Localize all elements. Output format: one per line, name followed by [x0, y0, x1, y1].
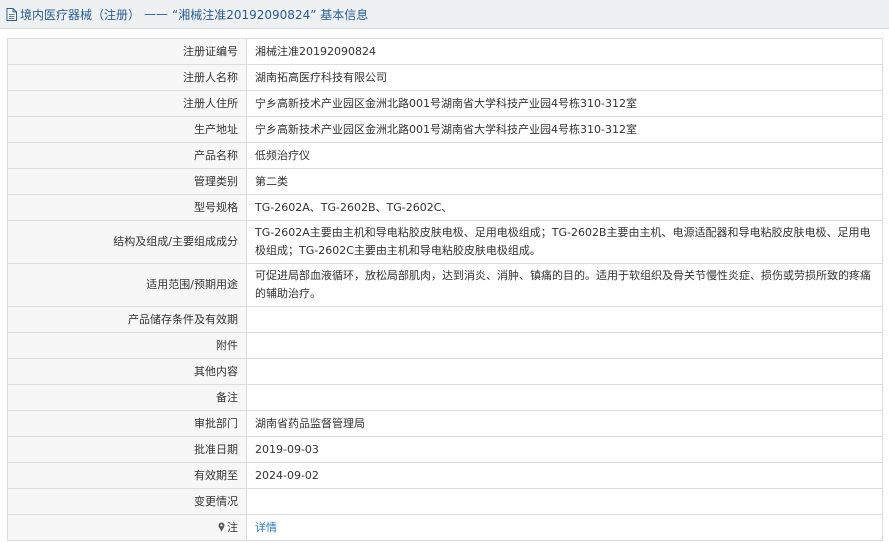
- table-row: 其他内容: [7, 358, 883, 385]
- breadcrumb[interactable]: 境内医疗器械（注册）: [20, 6, 140, 23]
- row-label: 注册人名称: [7, 64, 247, 91]
- table-row: 管理类别 第二类: [7, 168, 883, 195]
- details-link[interactable]: 详情: [255, 521, 277, 534]
- table-row: 批准日期 2019-09-03: [7, 436, 883, 463]
- table-row: 注册人名称 湖南拓高医疗科技有限公司: [7, 64, 883, 91]
- table-row: 产品储存条件及有效期: [7, 306, 883, 333]
- row-value: [246, 332, 883, 359]
- table-row: 附件: [7, 332, 883, 359]
- page-title: “湘械注准20192090824” 基本信息: [172, 7, 369, 22]
- row-value: 湖南拓高医疗科技有限公司: [246, 64, 883, 91]
- row-value: 宁乡高新技术产业园区金洲北路001号湖南省大学科技产业园4号栋310-312室: [246, 116, 883, 143]
- row-value: [246, 306, 883, 333]
- note-label-text: 注: [227, 520, 238, 534]
- row-value: 可促进局部血液循环，放松局部肌肉，达到消炎、消肿、镇痛的目的。适用于软组织及骨关…: [246, 263, 883, 307]
- table-row: 适用范围/预期用途 可促进局部血液循环，放松局部肌肉，达到消炎、消肿、镇痛的目的…: [7, 263, 883, 307]
- row-value: 2019-09-03: [246, 436, 883, 463]
- table-row: 结构及组成/主要组成成分 TG-2602A主要由主机和导电粘胶皮肤电极、足用电极…: [7, 220, 883, 264]
- table-row: 变更情况: [7, 488, 883, 515]
- breadcrumb-separator: ——: [144, 7, 169, 21]
- row-label: 附件: [7, 332, 247, 359]
- table-row: 型号规格 TG-2602A、TG-2602B、TG-2602C、: [7, 194, 883, 221]
- row-label: 结构及组成/主要组成成分: [7, 220, 247, 264]
- row-value: 宁乡高新技术产业园区金洲北路001号湖南省大学科技产业园4号栋310-312室: [246, 90, 883, 117]
- table-row: 备注: [7, 384, 883, 411]
- page-header: 境内医疗器械（注册） —— “湘械注准20192090824” 基本信息: [0, 0, 889, 29]
- row-value: 第二类: [246, 168, 883, 195]
- row-label: 备注: [7, 384, 247, 411]
- table-row: 注册人住所 宁乡高新技术产业园区金洲北路001号湖南省大学科技产业园4号栋310…: [7, 90, 883, 117]
- row-value: TG-2602A、TG-2602B、TG-2602C、: [246, 194, 883, 221]
- row-label: 生产地址: [7, 116, 247, 143]
- row-label: 注册证编号: [7, 38, 247, 65]
- note-label: 注: [7, 514, 247, 541]
- row-value: 湘械注准20192090824: [246, 38, 883, 65]
- table-row: 审批部门 湖南省药品监督管理局: [7, 410, 883, 437]
- row-value: 详情: [246, 514, 883, 541]
- row-value: 2024-09-02: [246, 462, 883, 489]
- row-label: 其他内容: [7, 358, 247, 385]
- row-label: 注册人住所: [7, 90, 247, 117]
- row-label: 管理类别: [7, 168, 247, 195]
- row-value: [246, 358, 883, 385]
- pin-icon: [218, 520, 225, 532]
- row-value: 湖南省药品监督管理局: [246, 410, 883, 437]
- detail-table: 注册证编号 湘械注准20192090824 注册人名称 湖南拓高医疗科技有限公司…: [7, 38, 883, 541]
- table-row: 注 详情: [7, 514, 883, 541]
- row-label: 型号规格: [7, 194, 247, 221]
- row-value: TG-2602A主要由主机和导电粘胶皮肤电极、足用电极组成；TG-2602B主要…: [246, 220, 883, 264]
- row-value: [246, 488, 883, 515]
- row-label: 适用范围/预期用途: [7, 263, 247, 307]
- row-value: [246, 384, 883, 411]
- row-label: 产品名称: [7, 142, 247, 169]
- row-label: 有效期至: [7, 462, 247, 489]
- table-row: 产品名称 低频治疗仪: [7, 142, 883, 169]
- table-row: 生产地址 宁乡高新技术产业园区金洲北路001号湖南省大学科技产业园4号栋310-…: [7, 116, 883, 143]
- document-icon: [6, 7, 18, 21]
- row-label: 产品储存条件及有效期: [7, 306, 247, 333]
- table-row: 有效期至 2024-09-02: [7, 462, 883, 489]
- row-label: 批准日期: [7, 436, 247, 463]
- row-label: 变更情况: [7, 488, 247, 515]
- row-value: 低频治疗仪: [246, 142, 883, 169]
- row-label: 审批部门: [7, 410, 247, 437]
- table-row: 注册证编号 湘械注准20192090824: [7, 38, 883, 65]
